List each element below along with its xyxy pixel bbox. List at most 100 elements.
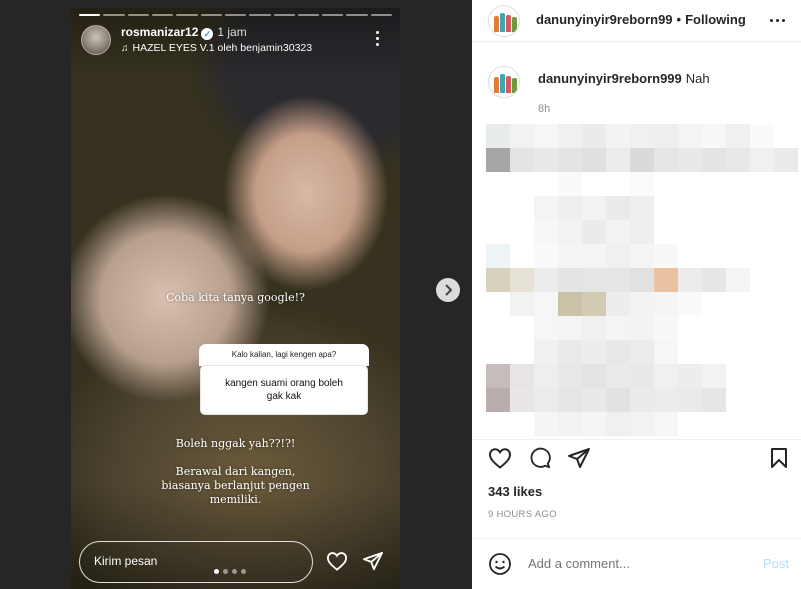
comment-input[interactable] — [528, 556, 748, 571]
likes-count[interactable]: 343 likes — [488, 484, 542, 499]
story-time: 1 jam — [217, 25, 247, 39]
mosaic-block — [606, 268, 630, 292]
mosaic-block — [678, 124, 702, 148]
mosaic-block — [558, 316, 582, 340]
mosaic-block — [534, 316, 558, 340]
mosaic-block — [702, 388, 726, 412]
mosaic-block — [750, 196, 774, 220]
like-heart-icon[interactable] — [488, 447, 512, 469]
story-media[interactable]: rosmanizar12 ✓ 1 jam ♫ HAZEL EYES V.1 oleh … — [71, 8, 400, 589]
story-panel: rosmanizar12 ✓ 1 jam ♫ HAZEL EYES V.1 oleh … — [0, 0, 472, 589]
mosaic-block — [702, 220, 726, 244]
mosaic-block — [750, 124, 774, 148]
mosaic-block — [702, 244, 726, 268]
mosaic-block — [486, 124, 510, 148]
caption-avatar[interactable] — [488, 66, 520, 98]
mosaic-block — [606, 316, 630, 340]
verified-icon: ✓ — [201, 28, 214, 40]
progress-segment — [322, 14, 344, 16]
mosaic-block — [534, 388, 558, 412]
mosaic-block — [630, 412, 654, 436]
mosaic-block — [774, 172, 798, 196]
page-dot — [223, 569, 228, 574]
mosaic-block — [510, 268, 534, 292]
post-comment-button[interactable]: Post — [763, 556, 789, 571]
story-progress-bar — [79, 14, 393, 16]
mosaic-block — [654, 196, 678, 220]
mosaic-block — [486, 220, 510, 244]
post-timestamp: 9 HOURS AGO — [488, 509, 557, 520]
share-send-icon[interactable] — [567, 447, 591, 469]
mosaic-block — [750, 412, 774, 436]
mosaic-block — [774, 196, 798, 220]
mosaic-block — [630, 220, 654, 244]
mosaic-block — [750, 340, 774, 364]
author-username[interactable]: danunyinyir9reborn99 — [536, 12, 673, 27]
mosaic-block — [534, 172, 558, 196]
mosaic-block — [606, 388, 630, 412]
emoji-icon[interactable] — [488, 552, 512, 576]
mosaic-block — [630, 340, 654, 364]
mosaic-block — [534, 340, 558, 364]
mosaic-block — [702, 340, 726, 364]
mosaic-block — [582, 124, 606, 148]
story-caption-3-line-1: Berawal dari kangen, — [175, 465, 296, 478]
mosaic-block — [630, 148, 654, 172]
post-actions — [472, 439, 801, 469]
progress-segment — [176, 14, 198, 16]
progress-segment — [346, 14, 368, 16]
mosaic-block — [678, 412, 702, 436]
story-username[interactable]: rosmanizar12 — [121, 25, 198, 39]
mosaic-block — [534, 148, 558, 172]
comment-icon[interactable] — [528, 447, 552, 469]
mosaic-block — [774, 340, 798, 364]
progress-segment — [273, 14, 295, 16]
more-icon[interactable] — [376, 31, 380, 47]
mosaic-block — [630, 364, 654, 388]
mosaic-block — [678, 244, 702, 268]
author-avatar[interactable] — [488, 5, 520, 37]
send-icon[interactable] — [362, 551, 384, 571]
mosaic-block — [726, 124, 750, 148]
separator-dot: • — [676, 12, 682, 27]
story-reply-input[interactable]: Kirim pesan — [79, 541, 313, 583]
page-dot — [232, 569, 237, 574]
music-icon: ♫ — [121, 43, 129, 54]
page-dot — [214, 569, 219, 574]
mosaic-block — [606, 172, 630, 196]
mosaic-block — [558, 340, 582, 364]
mosaic-block — [582, 148, 606, 172]
mosaic-block — [702, 124, 726, 148]
mosaic-block — [678, 388, 702, 412]
mosaic-block — [678, 340, 702, 364]
mosaic-block — [750, 148, 774, 172]
mosaic-block — [774, 220, 798, 244]
pixelated-comments — [486, 124, 798, 439]
mosaic-block — [630, 268, 654, 292]
mosaic-block — [702, 196, 726, 220]
mosaic-block — [510, 124, 534, 148]
mosaic-block — [654, 148, 678, 172]
story-caption-3-line-3: memiliki. — [209, 493, 262, 506]
mosaic-block — [774, 412, 798, 436]
caption-time: 8h — [538, 103, 551, 115]
bookmark-icon[interactable] — [769, 447, 789, 469]
page-dot — [241, 569, 246, 574]
reply-placeholder: Kirim pesan — [94, 554, 158, 568]
story-avatar[interactable] — [81, 25, 111, 55]
following-button[interactable]: Following — [685, 12, 746, 27]
heart-icon[interactable] — [326, 551, 348, 571]
progress-segment — [297, 14, 320, 16]
mosaic-block — [630, 172, 654, 196]
mosaic-block — [486, 148, 510, 172]
mosaic-block — [678, 220, 702, 244]
mosaic-block — [654, 364, 678, 388]
mosaic-block — [750, 172, 774, 196]
next-story-button[interactable] — [436, 278, 460, 302]
mosaic-block — [654, 388, 678, 412]
caption-username[interactable]: danunyinyir9reborn999 — [538, 71, 682, 86]
story-music[interactable]: ♫ HAZEL EYES V.1 oleh benjamin30323 — [121, 42, 312, 54]
mosaic-block — [510, 316, 534, 340]
more-options-icon[interactable] — [770, 19, 785, 22]
mosaic-block — [534, 364, 558, 388]
